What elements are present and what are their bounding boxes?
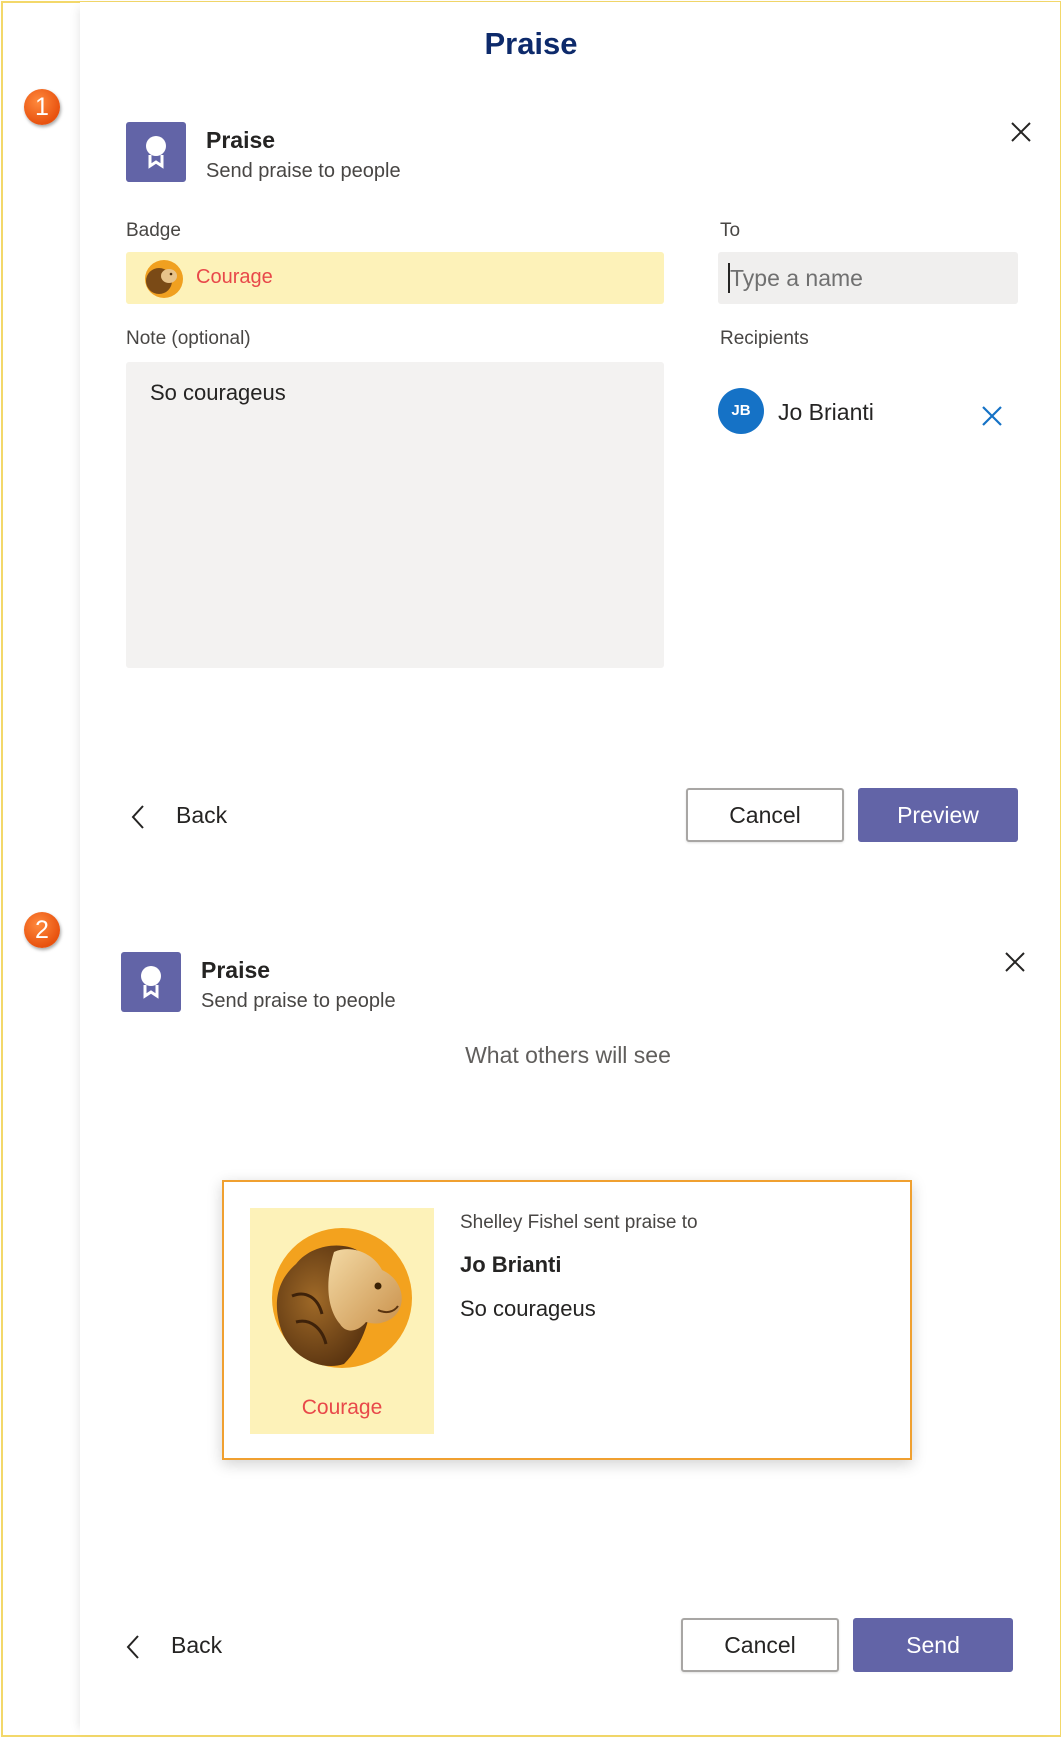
- note-textarea[interactable]: So courageus: [126, 362, 664, 668]
- badge-label: Badge: [126, 220, 181, 241]
- recipient-name: Jo Brianti: [778, 399, 874, 425]
- sender-line: Shelley Fishel sent praise to: [460, 1212, 698, 1233]
- back-button[interactable]: Back: [125, 1632, 235, 1664]
- lion-badge-icon: [145, 260, 183, 298]
- card-note: So courageus: [460, 1296, 596, 1321]
- back-label: Back: [176, 802, 228, 828]
- page-title: Praise: [484, 26, 578, 61]
- chevron-left-icon: [131, 805, 144, 829]
- back-button[interactable]: Back: [130, 802, 240, 834]
- back-label: Back: [171, 1632, 223, 1658]
- chevron-left-icon: [126, 1635, 139, 1659]
- step-marker-1: 1: [24, 89, 60, 125]
- close-icon[interactable]: [1010, 121, 1032, 143]
- remove-recipient-icon[interactable]: [980, 404, 1004, 428]
- to-label: To: [720, 220, 741, 241]
- preview-button[interactable]: Preview: [858, 788, 1018, 842]
- badge-selector[interactable]: Courage: [126, 252, 664, 304]
- app-title: Praise: [201, 957, 271, 983]
- close-icon[interactable]: [1004, 951, 1026, 973]
- avatar: JB: [718, 388, 764, 434]
- app-subtitle: Send praise to people: [201, 990, 396, 1012]
- app-title: Praise: [206, 127, 276, 153]
- cancel-button[interactable]: Cancel: [686, 788, 844, 842]
- lion-badge-icon: [272, 1228, 412, 1368]
- step-marker-2: 2: [24, 912, 60, 948]
- badge-tile: Courage: [250, 1208, 434, 1434]
- award-ribbon-icon: [121, 952, 181, 1012]
- text-caret: [728, 263, 730, 293]
- award-ribbon-icon: [126, 122, 186, 182]
- badge-name: Courage: [301, 1396, 383, 1419]
- app-subtitle: Send praise to people: [206, 160, 401, 182]
- note-label: Note (optional): [126, 328, 251, 349]
- card-recipient-name: Jo Brianti: [460, 1252, 562, 1277]
- praise-preview-card: Courage Shelley Fishel sent praise to Jo…: [222, 1180, 912, 1460]
- recipient-search-input[interactable]: [718, 252, 1018, 304]
- send-button[interactable]: Send: [853, 1618, 1013, 1672]
- cancel-button[interactable]: Cancel: [681, 1618, 839, 1672]
- badge-value: Courage: [196, 266, 273, 288]
- recipients-label: Recipients: [720, 328, 809, 349]
- preview-caption: What others will see: [465, 1042, 671, 1068]
